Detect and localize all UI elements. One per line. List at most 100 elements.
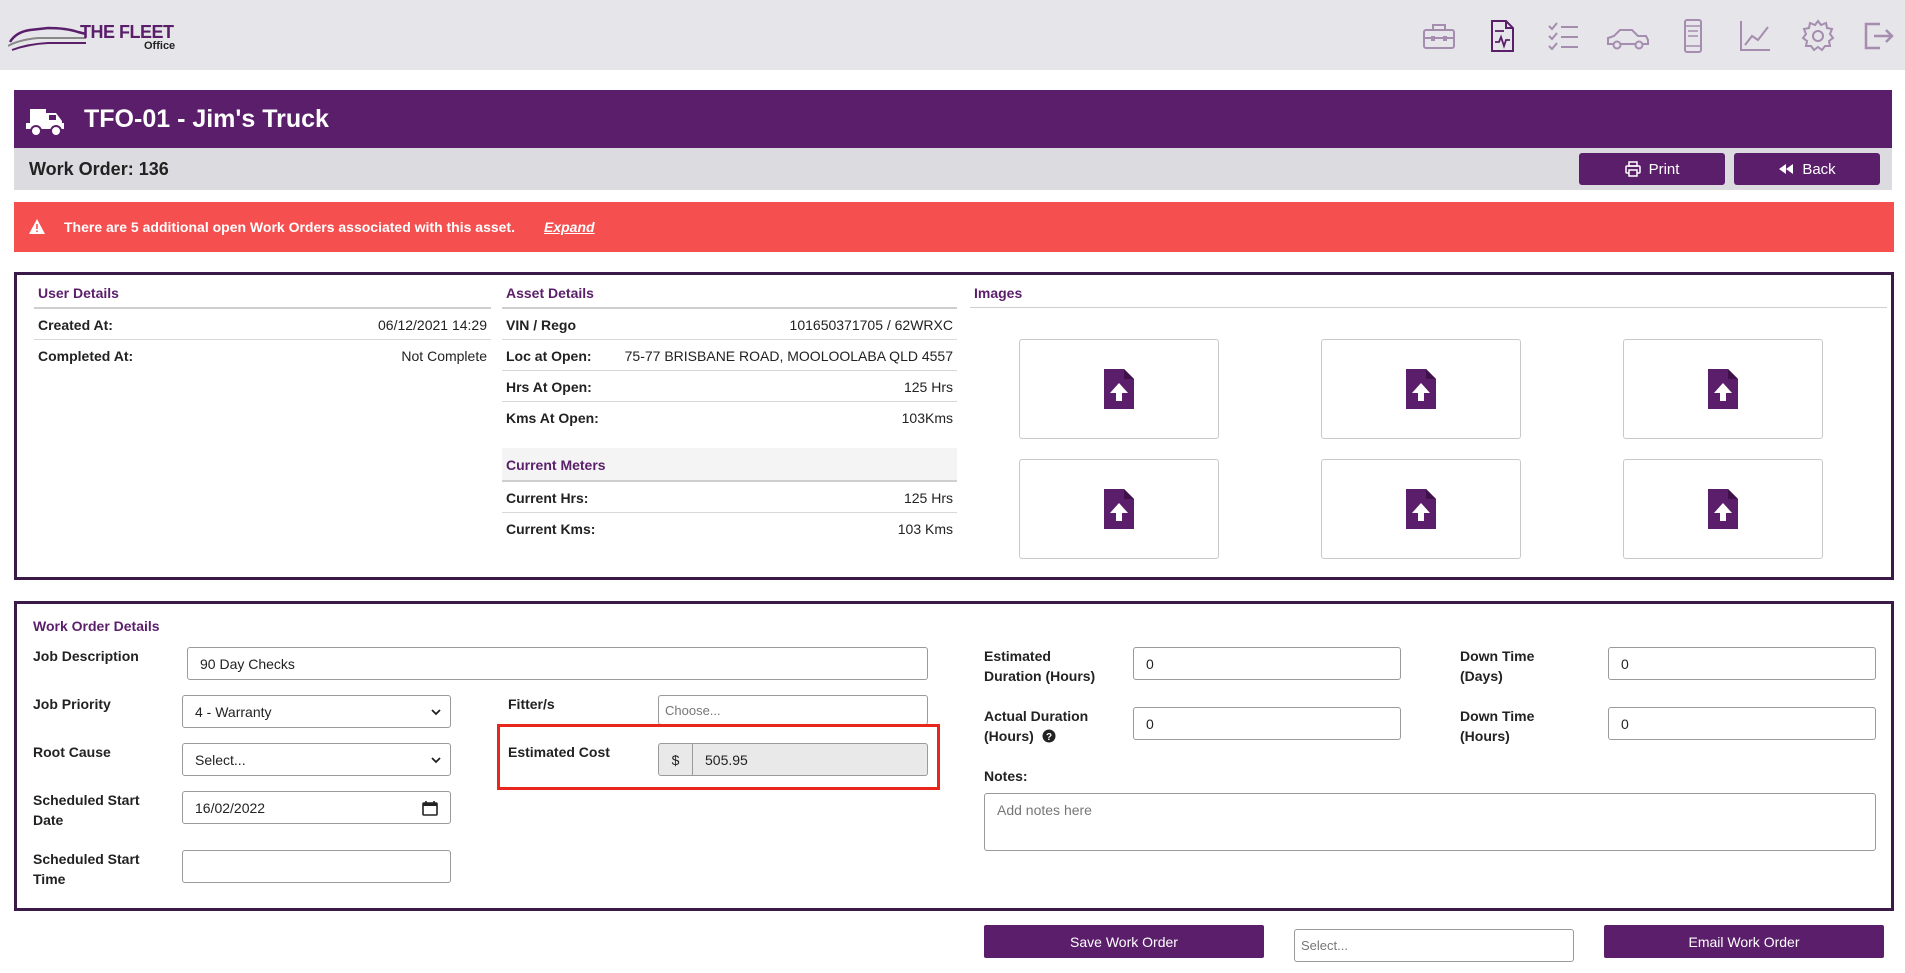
truck-icon: [26, 109, 64, 137]
app-logo[interactable]: THE FLEET Office: [7, 18, 183, 54]
file-upload-icon: [1708, 369, 1738, 409]
created-at-value: 06/12/2021 14:29: [378, 317, 487, 333]
open-work-orders-alert: There are 5 additional open Work Orders …: [14, 202, 1894, 252]
image-upload-slot[interactable]: [1019, 459, 1219, 559]
work-order-details-title: Work Order Details: [33, 618, 160, 634]
root-cause-value: Select...: [195, 751, 246, 768]
asset-details-title: Asset Details: [506, 285, 594, 301]
image-upload-slot[interactable]: [1623, 459, 1823, 559]
root-cause-select[interactable]: Select...: [182, 743, 451, 776]
email-recipient-placeholder: Select...: [1301, 938, 1348, 953]
kms-at-open-value: 103Kms: [901, 410, 953, 426]
estimated-cost-value: 505.95: [705, 751, 748, 768]
alert-text: There are 5 additional open Work Orders …: [64, 219, 515, 235]
help-icon[interactable]: ?: [1042, 729, 1056, 743]
down-time-hours-input[interactable]: 0: [1608, 707, 1876, 740]
estimated-cost-label: Estimated Cost: [508, 744, 610, 760]
root-cause-label: Root Cause: [33, 744, 111, 760]
actual-duration-input[interactable]: 0: [1133, 707, 1401, 740]
scheduled-start-date-input[interactable]: 16/02/2022: [182, 791, 451, 824]
top-nav: THE FLEET Office: [0, 0, 1905, 70]
down-time-days-label: Down Time (Days): [1460, 648, 1535, 684]
scheduled-start-time-input[interactable]: [182, 850, 451, 883]
down-time-hours-label: Down Time (Hours): [1460, 708, 1535, 744]
image-upload-slot[interactable]: [1623, 339, 1823, 439]
current-meters-title: Current Meters: [506, 457, 606, 473]
image-upload-slot[interactable]: [1019, 339, 1219, 439]
chevron-down-icon: [431, 757, 441, 764]
print-button[interactable]: Print: [1579, 153, 1725, 185]
image-upload-slot[interactable]: [1321, 459, 1521, 559]
save-work-order-button[interactable]: Save Work Order: [984, 925, 1264, 958]
hrs-at-open-value: 125 Hrs: [903, 379, 953, 395]
email-work-order-button[interactable]: Email Work Order: [1604, 925, 1884, 958]
job-priority-value: 4 - Warranty: [195, 703, 272, 720]
mobile-icon[interactable]: [1675, 18, 1711, 54]
checklist-icon[interactable]: [1545, 18, 1581, 54]
estimated-cost-input[interactable]: 505.95: [692, 743, 928, 776]
notes-placeholder: Add notes here: [997, 802, 1092, 818]
logo-subtitle: Office: [144, 40, 176, 52]
printer-icon: [1624, 161, 1641, 177]
vehicles-icon[interactable]: [1606, 18, 1650, 54]
settings-icon[interactable]: [1800, 18, 1836, 54]
toolbox-icon[interactable]: [1421, 18, 1457, 54]
file-upload-icon: [1104, 369, 1134, 409]
current-hrs-label: Current Hrs:: [506, 490, 589, 506]
down-time-hours-value: 0: [1621, 715, 1629, 732]
current-kms-label: Current Kms:: [506, 521, 596, 537]
work-order-number: Work Order: 136: [29, 159, 169, 179]
scheduled-start-date-value: 16/02/2022: [195, 799, 266, 816]
calendar-icon[interactable]: [422, 800, 438, 816]
currency-addon: $: [658, 743, 693, 776]
loc-at-open-value: 75-77 BRISBANE ROAD, MOOLOOLABA QLD 4557: [624, 348, 953, 364]
vin-rego-row: VIN / Rego 101650371705 / 62WRXC: [502, 309, 957, 340]
current-hrs-row: Current Hrs: 125 Hrs: [502, 482, 957, 513]
fitters-label: Fitter/s: [508, 696, 555, 712]
estimated-duration-input[interactable]: 0: [1133, 647, 1401, 680]
job-description-input[interactable]: 90 Day Checks: [187, 647, 928, 680]
current-hrs-value: 125 Hrs: [903, 490, 953, 506]
rewind-icon: [1779, 164, 1794, 174]
chart-icon[interactable]: [1737, 18, 1773, 54]
email-recipient-select[interactable]: Select...: [1294, 929, 1574, 962]
work-order-details-panel: Work Order Details Job Description 90 Da…: [14, 601, 1894, 911]
actual-duration-label-text: Actual Duration (Hours): [984, 708, 1089, 744]
back-button-label: Back: [1802, 160, 1836, 178]
expand-link[interactable]: Expand: [544, 219, 595, 235]
job-priority-label: Job Priority: [33, 696, 111, 712]
scheduled-start-date-label: Scheduled Start Date: [33, 792, 140, 828]
save-work-order-label: Save Work Order: [1070, 933, 1178, 950]
back-button[interactable]: Back: [1734, 153, 1880, 185]
file-upload-icon: [1104, 489, 1134, 529]
hrs-at-open-label: Hrs At Open:: [506, 379, 592, 395]
vin-rego-value: 101650371705 / 62WRXC: [789, 317, 953, 333]
actual-duration-label: Actual Duration (Hours) ?: [984, 706, 1104, 746]
actual-duration-value: 0: [1146, 715, 1154, 732]
currency-symbol: $: [671, 751, 680, 768]
down-time-days-value: 0: [1621, 655, 1629, 672]
kms-at-open-row: Kms At Open: 103Kms: [502, 402, 957, 433]
loc-at-open-row: Loc at Open: 75-77 BRISBANE ROAD, MOOLOO…: [502, 340, 957, 371]
current-kms-value: 103 Kms: [897, 521, 953, 537]
asset-header: TFO-01 - Jim's Truck: [14, 90, 1892, 148]
fitters-input[interactable]: Choose...: [658, 695, 928, 725]
notes-textarea[interactable]: Add notes here: [984, 793, 1876, 851]
job-description-value: 90 Day Checks: [200, 655, 295, 672]
chevron-down-icon: [431, 709, 441, 716]
user-details-title: User Details: [38, 285, 119, 301]
print-button-label: Print: [1648, 160, 1680, 178]
job-priority-select[interactable]: 4 - Warranty: [182, 695, 451, 728]
logout-icon[interactable]: [1860, 18, 1896, 54]
notes-label: Notes:: [984, 768, 1028, 784]
image-upload-slot[interactable]: [1321, 339, 1521, 439]
completed-at-label: Completed At:: [38, 348, 134, 364]
file-upload-icon: [1708, 489, 1738, 529]
current-kms-row: Current Kms: 103 Kms: [502, 513, 957, 544]
down-time-days-input[interactable]: 0: [1608, 647, 1876, 680]
file-upload-icon: [1406, 369, 1436, 409]
estimated-duration-label: Estimated Duration (Hours): [984, 648, 1096, 684]
created-at-row: Created At: 06/12/2021 14:29: [34, 309, 491, 340]
report-icon[interactable]: [1484, 18, 1520, 54]
completed-at-row: Completed At: Not Complete: [34, 340, 491, 371]
